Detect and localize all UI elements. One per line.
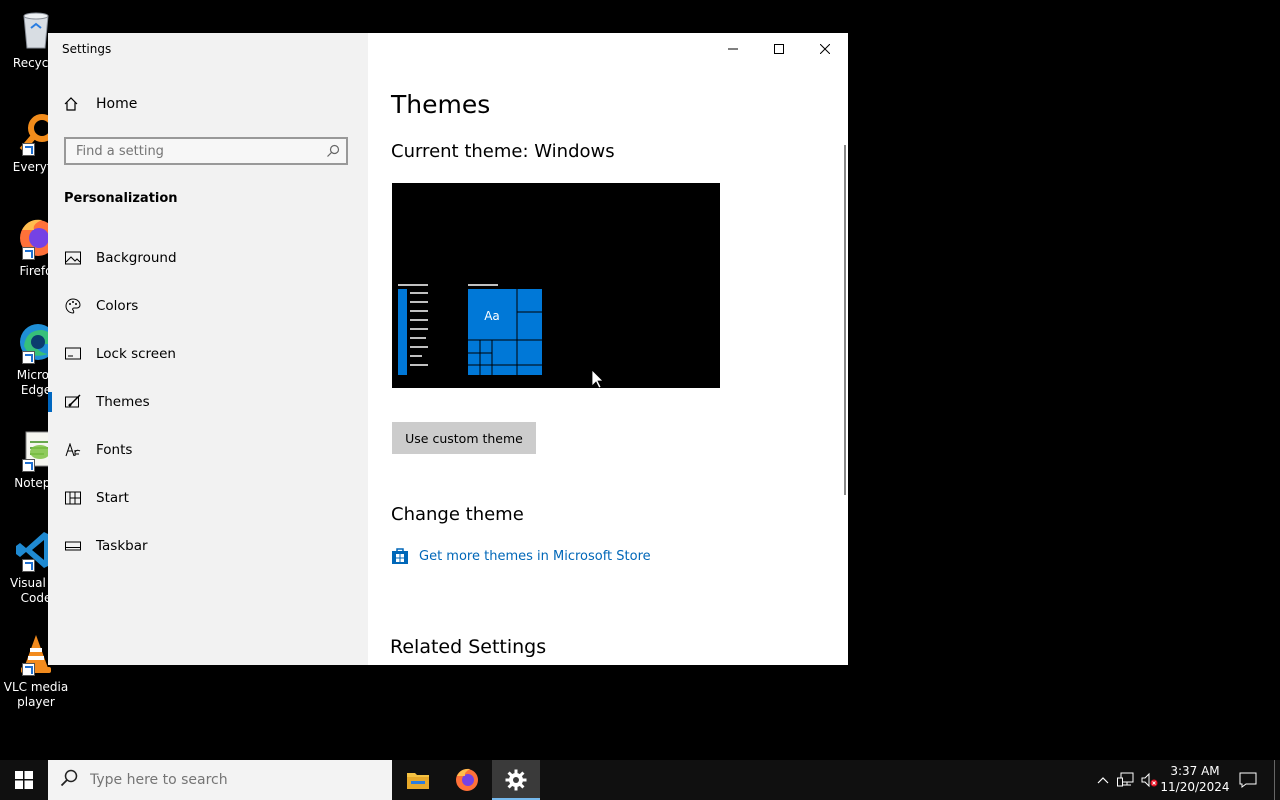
nav-item-fonts[interactable]: Fonts: [48, 426, 368, 474]
taskbar-search[interactable]: [48, 760, 392, 800]
settings-sidebar: Settings Home Personalization Background: [48, 33, 368, 665]
nav-item-lock-screen[interactable]: Lock screen: [48, 330, 368, 378]
nav-item-label: Background: [96, 250, 177, 266]
current-theme-label: Current theme: Windows: [391, 141, 615, 162]
search-icon[interactable]: [326, 143, 340, 162]
show-hidden-icons-button[interactable]: [1094, 760, 1112, 800]
nav-item-colors[interactable]: Colors: [48, 282, 368, 330]
show-desktop-button[interactable]: [1274, 760, 1275, 800]
search-icon: [60, 769, 78, 791]
minimize-icon: [728, 48, 738, 50]
nav-item-themes[interactable]: Themes: [48, 378, 368, 426]
lock-screen-icon: [64, 345, 82, 363]
notification-icon: [1239, 772, 1257, 788]
settings-window: Settings Home Personalization Background: [48, 33, 848, 665]
start-button[interactable]: [0, 760, 48, 800]
settings-icon: [505, 769, 527, 791]
taskbar: 3:37 AM 11/20/2024: [0, 760, 1280, 800]
content-scrollbar[interactable]: [844, 145, 846, 495]
palette-icon: [64, 297, 82, 315]
theme-preview-graphic: Aa: [392, 183, 720, 389]
taskbar-file-explorer[interactable]: [394, 760, 442, 800]
taskbar-search-input[interactable]: [88, 771, 372, 789]
start-icon: [64, 489, 82, 507]
store-icon: [391, 547, 409, 565]
close-icon: [820, 44, 830, 54]
font-icon: [64, 441, 82, 459]
nav-item-taskbar[interactable]: Taskbar: [48, 522, 368, 570]
home-label: Home: [96, 96, 138, 112]
taskbar-clock[interactable]: 3:37 AM 11/20/2024: [1160, 763, 1230, 795]
close-button[interactable]: [802, 33, 848, 65]
find-setting-input[interactable]: [66, 139, 326, 163]
store-link-label[interactable]: Get more themes in Microsoft Store: [419, 549, 651, 564]
section-title-personalization: Personalization: [64, 191, 178, 206]
taskbar-icon: [64, 537, 82, 555]
page-title: Themes: [391, 90, 491, 119]
active-indicator: [48, 392, 52, 412]
clock-time: 3:37 AM: [1170, 764, 1220, 778]
nav-item-label: Taskbar: [96, 538, 148, 554]
action-center-button[interactable]: [1232, 760, 1264, 800]
microsoft-store-link[interactable]: Get more themes in Microsoft Store: [391, 547, 651, 565]
network-icon: [1117, 772, 1134, 787]
volume-tray-button[interactable]: [1140, 760, 1160, 800]
nav-item-background[interactable]: Background: [48, 234, 368, 282]
network-tray-button[interactable]: [1116, 760, 1136, 800]
taskbar-firefox[interactable]: [443, 760, 491, 800]
personalization-nav: Background Colors Lock screen Themes Fon…: [48, 234, 368, 570]
window-controls: [710, 33, 848, 65]
windows-logo-icon: [15, 771, 33, 789]
clock-date: 11/20/2024: [1160, 780, 1230, 794]
firefox-icon: [456, 768, 478, 791]
nav-item-label: Fonts: [96, 442, 133, 458]
nav-item-label: Themes: [96, 394, 150, 410]
related-settings-heading: Related Settings: [390, 636, 547, 658]
find-setting-box[interactable]: [64, 137, 348, 165]
nav-item-label: Colors: [96, 298, 139, 314]
nav-item-label: Lock screen: [96, 346, 176, 362]
home-icon: [62, 95, 80, 113]
themes-content: Themes Current theme: Windows Aa Use cus…: [368, 33, 848, 665]
image-icon: [64, 249, 82, 267]
window-title: Settings: [62, 42, 112, 56]
change-theme-heading: Change theme: [391, 504, 524, 525]
home-nav-item[interactable]: Home: [62, 95, 137, 113]
use-custom-theme-button[interactable]: Use custom theme: [392, 422, 536, 454]
desktop-icon-label: VLC media player: [3, 680, 69, 709]
taskbar-settings[interactable]: [492, 760, 540, 800]
volume-muted-icon: [1141, 772, 1158, 788]
file-explorer-icon: [407, 773, 429, 789]
theme-preview: Aa: [392, 183, 720, 389]
brush-icon: [64, 393, 82, 411]
maximize-button[interactable]: [756, 33, 802, 65]
preview-tile-label: Aa: [484, 309, 500, 323]
nav-item-label: Start: [96, 490, 129, 506]
maximize-icon: [774, 44, 784, 54]
minimize-button[interactable]: [710, 33, 756, 65]
nav-item-start[interactable]: Start: [48, 474, 368, 522]
chevron-up-icon: [1097, 777, 1109, 784]
